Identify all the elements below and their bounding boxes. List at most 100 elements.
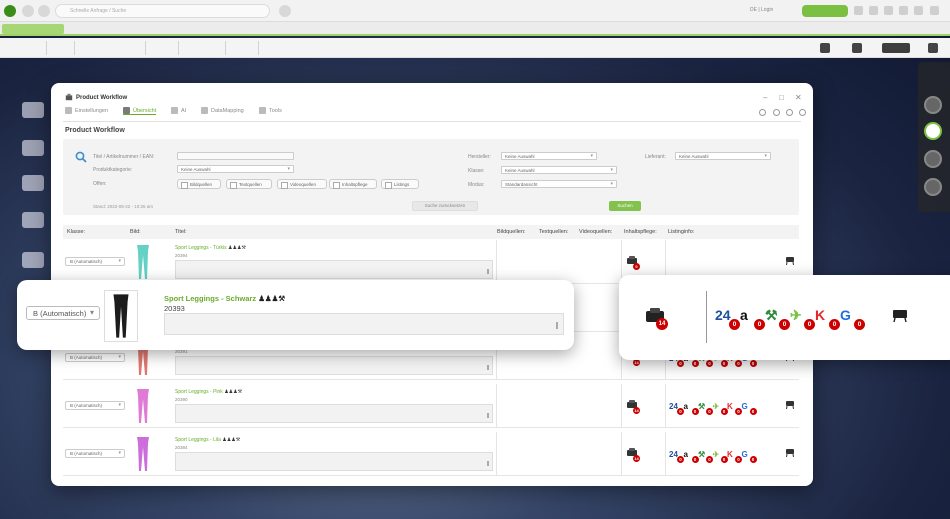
product-image[interactable]	[131, 243, 155, 281]
tab-label: Tools	[269, 107, 282, 114]
title-filter-input[interactable]	[177, 152, 294, 160]
help-icon[interactable]	[884, 6, 893, 15]
close-app-icon[interactable]	[930, 6, 939, 15]
help-icon[interactable]	[773, 109, 780, 116]
language-label[interactable]: DE | Login	[750, 7, 773, 13]
window-icon[interactable]	[928, 43, 938, 53]
lock-icon[interactable]	[785, 400, 795, 410]
minimize-icon[interactable]: –	[763, 93, 767, 102]
tab-einstellungen[interactable]: Einstellungen	[65, 107, 108, 114]
amazon-icon[interactable]: a0	[684, 402, 699, 415]
lock-icon[interactable]	[785, 256, 795, 266]
reset-search-button[interactable]: Suche zurücksetzen	[412, 201, 478, 211]
desktop-icon[interactable]	[22, 212, 44, 228]
klasse-select[interactable]: B (Automatisch)	[26, 306, 100, 320]
24-icon[interactable]: 240	[669, 402, 684, 415]
klasse-select[interactable]: B (Automatisch)	[65, 353, 125, 362]
workflow-icon[interactable]	[882, 43, 910, 53]
product-title[interactable]: Sport Leggings - Pink ♟♟♟⚒	[175, 389, 242, 395]
kaufland-icon[interactable]: K0	[815, 307, 840, 330]
klasse-select[interactable]: B (Automatisch)	[65, 257, 125, 266]
supplier-select[interactable]: Keine Auswahl	[675, 152, 771, 160]
column-divider	[621, 384, 622, 428]
marketplace-glyph: a	[683, 449, 688, 459]
kaufland-icon[interactable]: K0	[727, 450, 742, 463]
back-icon[interactable]	[22, 5, 34, 17]
mode-select[interactable]: Standardansicht	[501, 180, 617, 188]
dock-item-active-icon[interactable]	[924, 122, 942, 140]
camera-icon[interactable]	[820, 43, 830, 53]
amazon-icon[interactable]: a0	[740, 307, 765, 330]
menu-icon[interactable]	[914, 6, 923, 15]
product-image[interactable]	[131, 387, 155, 425]
marketplace-count-badge: 0	[754, 319, 765, 330]
product-notes-field[interactable]	[175, 260, 493, 279]
tab-tools[interactable]: Tools	[259, 107, 282, 114]
share-icon[interactable]	[786, 109, 793, 116]
amazon-icon[interactable]: a0	[683, 449, 699, 463]
refresh-icon[interactable]	[279, 5, 291, 17]
desktop-icon[interactable]	[22, 140, 44, 156]
category-select[interactable]: Keine Auswahl	[177, 165, 294, 173]
product-notes-field[interactable]	[164, 313, 564, 335]
lock-icon[interactable]	[892, 308, 908, 323]
desktop-icon[interactable]	[22, 252, 44, 268]
manufacturer-select[interactable]: Keine Auswahl	[501, 152, 597, 160]
search-button[interactable]: Suchen	[609, 201, 641, 211]
bird-icon[interactable]: ✈0	[713, 450, 728, 463]
checkbox-videoquellen[interactable]: Videoquellen	[277, 179, 327, 189]
tab-ai[interactable]: AI	[171, 107, 186, 114]
product-title[interactable]: Sport Leggings - Türkis ♟♟♟⚒	[175, 245, 246, 251]
product-title[interactable]: Sport Leggings - Lila ♟♟♟⚒	[175, 437, 240, 443]
24-icon[interactable]: 240	[669, 450, 684, 463]
notification-icon[interactable]	[854, 6, 863, 15]
history-icon[interactable]	[759, 109, 766, 116]
maximize-icon[interactable]: □	[779, 93, 784, 102]
bird-icon[interactable]: ✈0	[713, 402, 728, 415]
home-icon[interactable]	[38, 5, 50, 17]
table-row[interactable]: B (Automatisch) Sport Leggings - Pink ♟♟♟…	[63, 384, 799, 428]
window-tabbar	[0, 22, 950, 36]
desktop-icon[interactable]	[22, 102, 44, 118]
dock-item-icon[interactable]	[924, 96, 942, 114]
kaufland-icon[interactable]: K0	[727, 402, 742, 415]
close-icon[interactable]: ✕	[795, 93, 802, 102]
product-notes-field[interactable]	[175, 356, 493, 375]
copy-icon[interactable]	[852, 43, 862, 53]
checkbox-listings[interactable]: Listings	[381, 179, 419, 189]
table-row[interactable]: B (Automatisch) Sport Leggings - Lila ♟♟♟…	[63, 432, 799, 476]
g-icon[interactable]: G0	[742, 402, 757, 415]
dock-item-icon[interactable]	[924, 150, 942, 168]
dock-item-icon[interactable]	[924, 178, 942, 196]
hammer-icon[interactable]: ⚒0	[698, 450, 713, 463]
checkbox-bildquellen[interactable]: Bildquellen	[177, 179, 221, 189]
bird-icon[interactable]: ✈0	[790, 307, 815, 330]
product-notes-field[interactable]	[175, 404, 493, 423]
active-window-tab[interactable]	[2, 24, 64, 34]
product-title[interactable]: Sport Leggings - Schwarz ♟♟♟⚒	[164, 294, 285, 303]
user-icon[interactable]	[899, 6, 908, 15]
settings-icon[interactable]	[869, 6, 878, 15]
g-icon[interactable]: G0	[742, 450, 757, 463]
primary-action-button[interactable]	[802, 5, 848, 17]
product-image[interactable]	[131, 435, 155, 473]
person-icons: ♟♟♟⚒	[224, 389, 243, 395]
klasse-select[interactable]: B (Automatisch)	[65, 449, 125, 458]
checkbox-inhaltspflege[interactable]: Inhaltspflege	[329, 179, 377, 189]
desktop-icon[interactable]	[22, 175, 44, 191]
klasse-select[interactable]: B (Automatisch)	[65, 401, 125, 410]
global-search-input[interactable]: Schnelle Anfrage / Suche	[55, 4, 270, 18]
export-icon[interactable]	[799, 109, 806, 116]
hammer-icon[interactable]: ⚒0	[765, 307, 790, 330]
tab-uebersicht[interactable]: Übersicht	[123, 107, 157, 115]
tab-datamapping[interactable]: DataMapping	[201, 107, 244, 114]
product-id: 20394	[175, 253, 188, 258]
24-icon[interactable]: 240	[715, 307, 740, 330]
product-image[interactable]	[104, 290, 138, 342]
g-icon[interactable]: G0	[840, 307, 865, 330]
product-notes-field[interactable]	[175, 452, 493, 471]
hammer-icon[interactable]: ⚒0	[698, 402, 713, 415]
class-select[interactable]: Keine Auswahl	[501, 166, 617, 174]
lock-icon[interactable]	[785, 448, 795, 458]
checkbox-textquellen[interactable]: Textquellen	[226, 179, 272, 189]
